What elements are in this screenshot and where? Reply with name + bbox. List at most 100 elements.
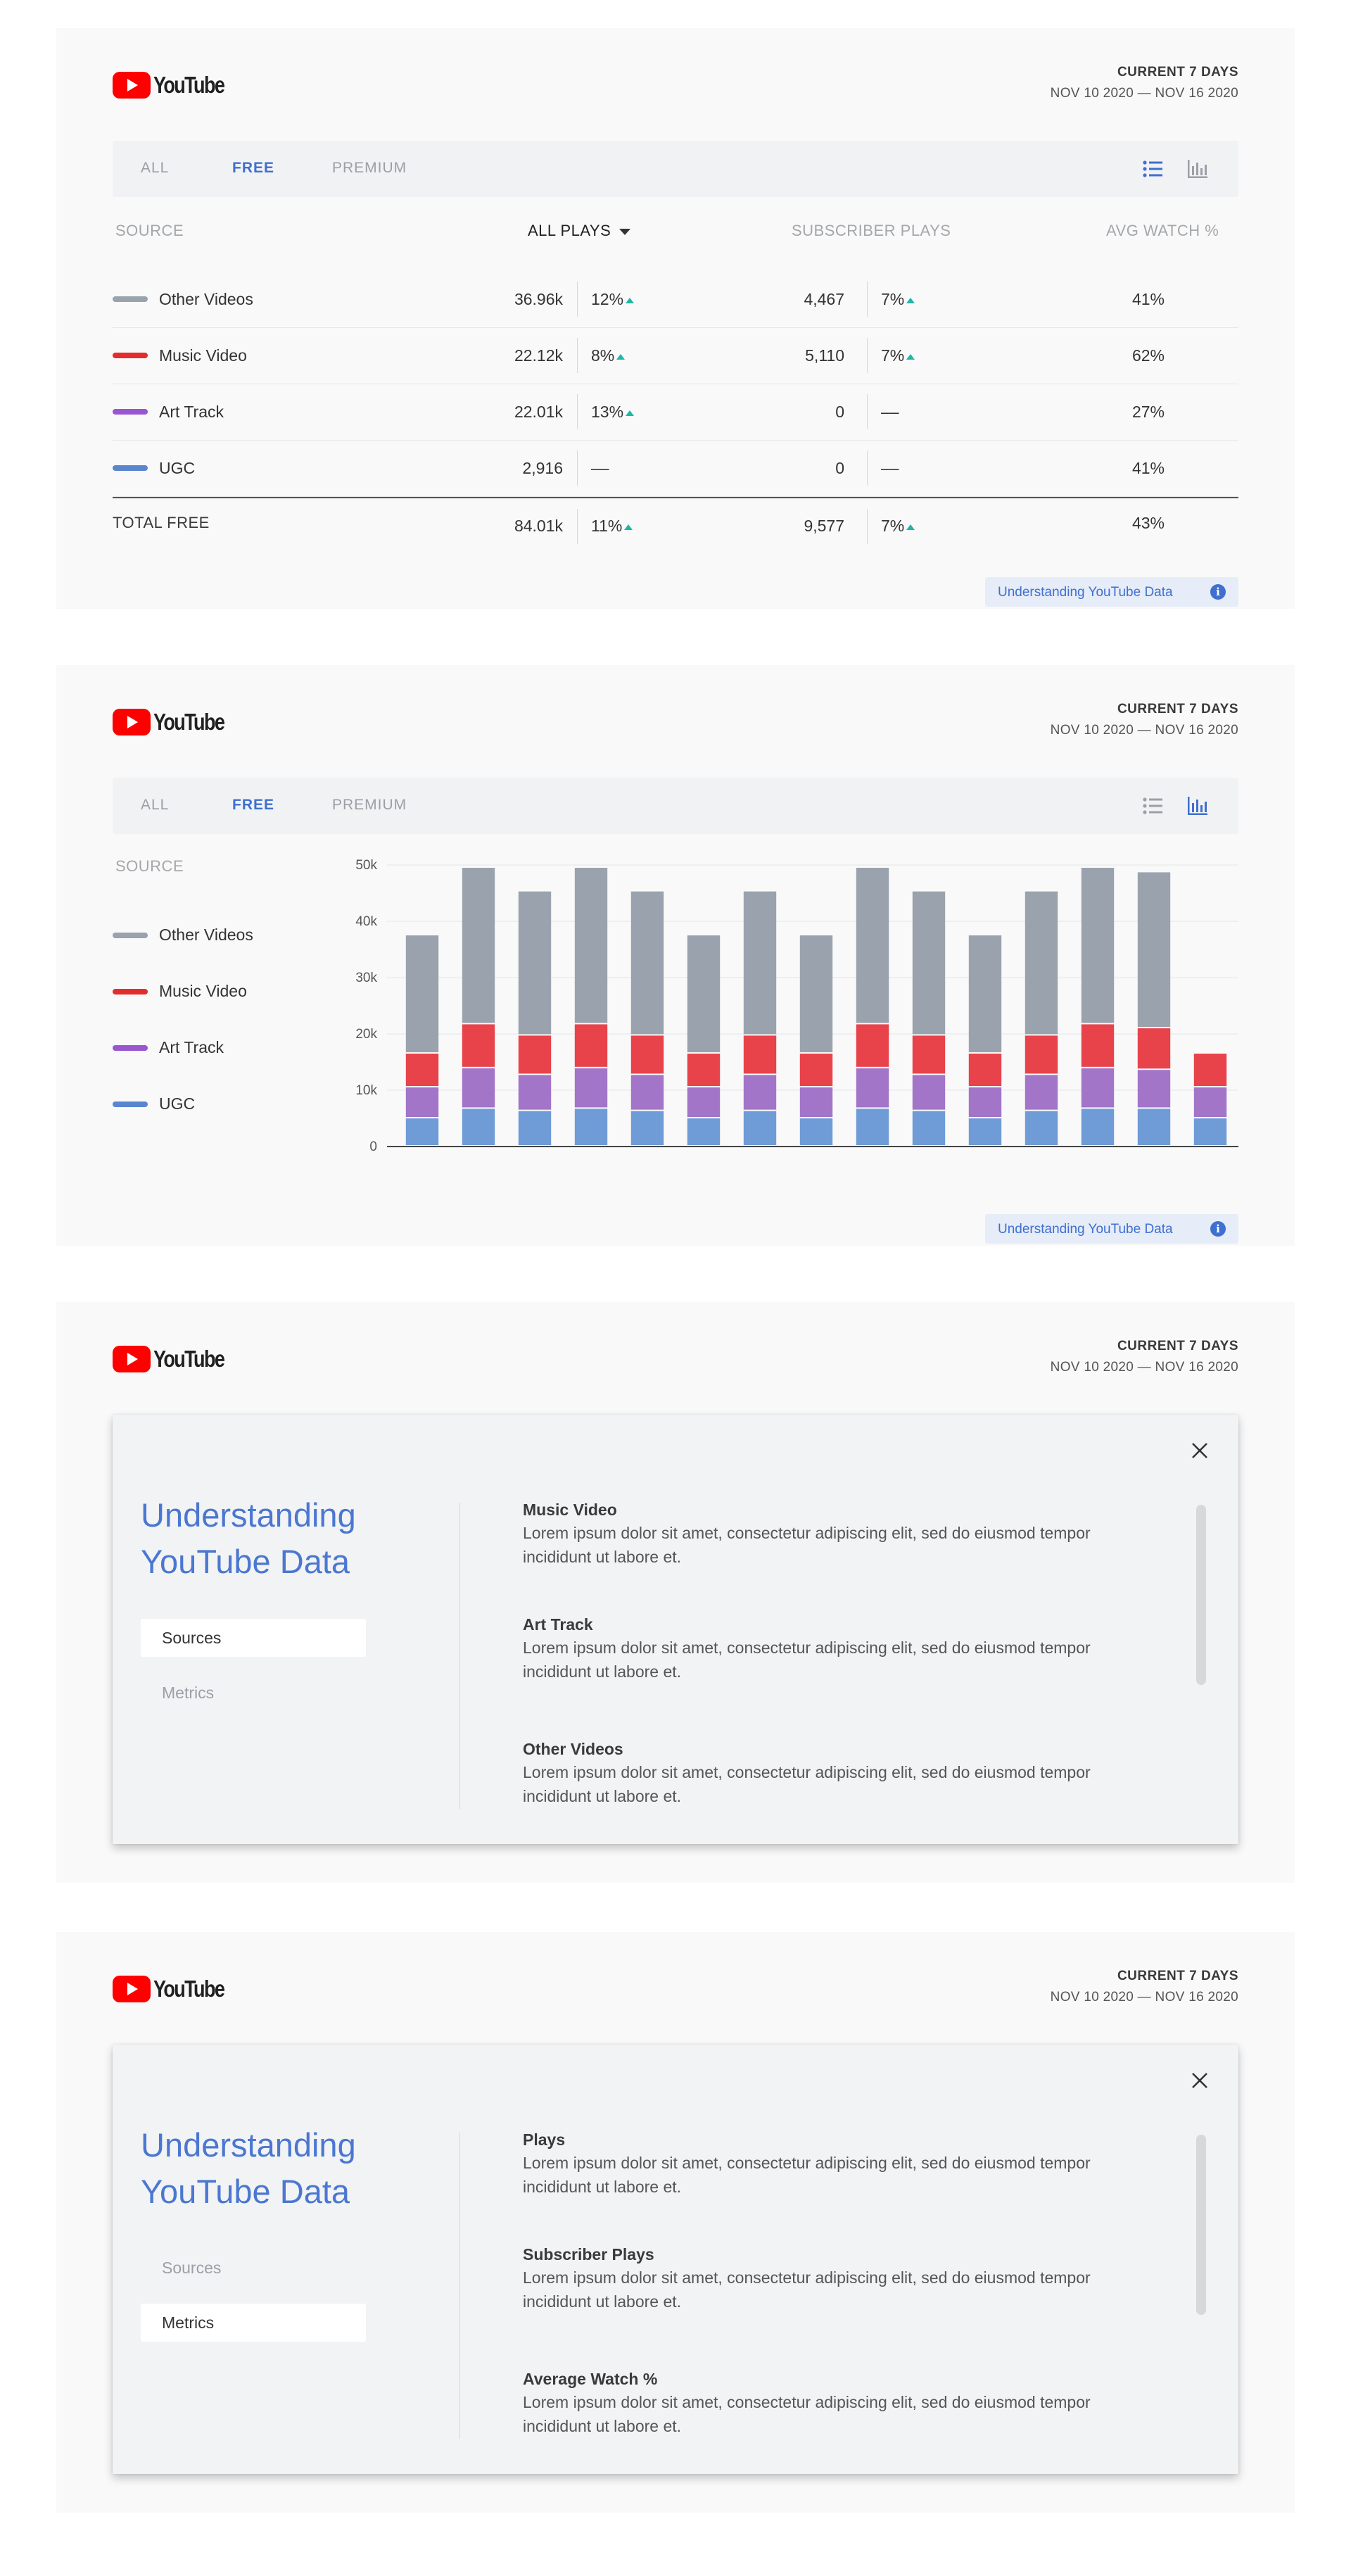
bar-chart-icon[interactable] (1185, 156, 1210, 182)
bar-segment-music-video (462, 1024, 495, 1067)
y-tick-label: 30k (355, 971, 377, 985)
youtube-play-icon (113, 1976, 151, 2002)
table-row[interactable]: UGC 2,916 –– 0 –– 41% (113, 440, 1238, 497)
date-range: CURRENT 7 DAYS NOV 10 2020 — NOV 16 2020 (1051, 65, 1238, 101)
table-card: YouTube CURRENT 7 DAYS NOV 10 2020 — NOV… (56, 28, 1295, 609)
stacked-bar-chart: 0 10k 20k 30k 40k 50k (355, 858, 1238, 1151)
plays-change-value: 12% (591, 290, 624, 308)
bar-segment-other-videos (462, 868, 495, 1023)
youtube-wordmark: YouTube (153, 1976, 225, 2002)
table-row[interactable]: Art Track 22.01k 13% 0 –– 27% (113, 384, 1238, 441)
bar-segment-music-video (1193, 1054, 1227, 1086)
legend-label: UGC (159, 1094, 196, 1113)
modal-nav-metrics[interactable]: Metrics (141, 1674, 366, 1712)
header-subscriber-plays[interactable]: SUBSCRIBER PLAYS (792, 222, 951, 240)
tab-free[interactable]: FREE (232, 160, 274, 177)
modal-nav-metrics[interactable]: Metrics (141, 2304, 366, 2342)
bar-segment-art-track (1081, 1068, 1115, 1108)
youtube-logo[interactable]: YouTube (113, 72, 239, 99)
bar-segment-music-video (968, 1054, 1002, 1086)
bar-segment-other-videos (912, 891, 946, 1035)
scrollbar-thumb[interactable] (1196, 1505, 1206, 1685)
subscriber-plays-change: –– (881, 403, 899, 422)
bar-segment-other-videos (799, 935, 833, 1052)
total-plays-value: 84.01k (514, 517, 563, 535)
tab-premium[interactable]: PREMIUM (332, 797, 407, 814)
youtube-play-icon (113, 1346, 151, 1372)
list-icon[interactable] (1140, 156, 1165, 182)
modal-nav-sources[interactable]: Sources (141, 2249, 366, 2287)
plays-value: 22.12k (514, 346, 563, 365)
info-icon: i (1210, 1221, 1226, 1237)
bar-segment-music-video (574, 1024, 608, 1067)
subscriber-plays-change: –– (881, 459, 899, 478)
y-tick-label: 50k (355, 858, 377, 873)
bar-segment-art-track (912, 1075, 946, 1110)
period-label: CURRENT 7 DAYS (1117, 1339, 1238, 1353)
modal-nav-sources-label: Sources (162, 2259, 222, 2277)
modal-entry: Other Videos Lorem ipsum dolor sit amet,… (523, 1740, 1142, 1808)
help-link[interactable]: Understanding YouTube Data i (985, 577, 1238, 607)
bar-segment-art-track (743, 1075, 777, 1110)
bar-segment-ugc (1137, 1109, 1171, 1145)
source-name: UGC (159, 459, 196, 477)
column-divider (577, 338, 578, 373)
close-icon[interactable] (1189, 1440, 1210, 1461)
info-icon: i (1210, 584, 1226, 600)
modal-nav-sources[interactable]: Sources (141, 1619, 366, 1657)
bar-segment-art-track (1193, 1087, 1227, 1117)
source-color-swatch (113, 465, 148, 471)
column-divider (577, 509, 578, 544)
trend-up-icon (906, 524, 915, 530)
subs-change-value: –– (881, 403, 899, 421)
bar-segment-ugc (743, 1111, 777, 1145)
bar-segment-music-video (518, 1035, 552, 1074)
trend-up-icon (626, 410, 635, 416)
subscriber-plays-change: 7% (881, 346, 915, 365)
bar-segment-art-track (518, 1075, 552, 1110)
bar-segment-art-track (630, 1075, 664, 1110)
column-divider (867, 509, 868, 544)
close-icon[interactable] (1189, 2070, 1210, 2091)
total-row: TOTAL FREE 84.01k 11% 9,577 7% 43% (113, 498, 1238, 555)
plays-change-value: 13% (591, 403, 624, 421)
bar-segment-art-track (687, 1087, 721, 1117)
youtube-logo[interactable]: YouTube (113, 709, 239, 735)
help-link[interactable]: Understanding YouTube Data i (985, 1214, 1238, 1244)
header-all-plays[interactable]: ALL PLAYS (528, 222, 631, 240)
tab-premium[interactable]: PREMIUM (332, 160, 407, 177)
plays-change-value: 8% (591, 346, 615, 365)
table-row[interactable]: Music Video 22.12k 8% 5,110 7% 62% (113, 327, 1238, 384)
modal-nav-metrics-label: Metrics (162, 2313, 215, 2332)
bar-segment-ugc (1025, 1111, 1058, 1145)
list-icon[interactable] (1140, 793, 1165, 819)
youtube-logo[interactable]: YouTube (113, 1976, 239, 2002)
entry-body: Lorem ipsum dolor sit amet, consectetur … (523, 2154, 1091, 2196)
table-row[interactable]: Other Videos 36.96k 12% 4,467 7% 41% (113, 271, 1238, 328)
plays-value: 2,916 (522, 459, 563, 477)
bar-segment-ugc (968, 1118, 1002, 1145)
header-source: SOURCE (115, 222, 184, 239)
bar-segment-music-video (799, 1054, 833, 1086)
tab-all[interactable]: ALL (141, 797, 169, 814)
period-range: NOV 10 2020 — NOV 16 2020 (1050, 723, 1238, 738)
help-link-label: Understanding YouTube Data (998, 1222, 1173, 1237)
modal-entry: Art Track Lorem ipsum dolor sit amet, co… (523, 1615, 1142, 1684)
entry-body: Lorem ipsum dolor sit amet, consectetur … (523, 2268, 1091, 2311)
bar-segment-ugc (687, 1118, 721, 1145)
period-range: NOV 10 2020 — NOV 16 2020 (1050, 1990, 1238, 2004)
youtube-logo[interactable]: YouTube (113, 1346, 239, 1372)
column-divider (867, 282, 868, 317)
tab-free[interactable]: FREE (232, 797, 274, 814)
bar-segment-ugc (630, 1111, 664, 1145)
bar-chart-icon[interactable] (1185, 793, 1210, 819)
bar-segment-music-video (1137, 1028, 1171, 1069)
bar-segment-other-videos (743, 891, 777, 1035)
bar-segment-art-track (968, 1087, 1002, 1117)
y-tick-label: 20k (355, 1027, 377, 1042)
scrollbar-thumb[interactable] (1196, 2135, 1206, 2315)
tab-all[interactable]: ALL (141, 160, 169, 177)
help-modal: Understanding YouTube Data Sources Metri… (113, 1415, 1238, 1844)
header-avg-watch[interactable]: AVG WATCH % (1106, 222, 1219, 240)
bar-segment-art-track (574, 1068, 608, 1108)
